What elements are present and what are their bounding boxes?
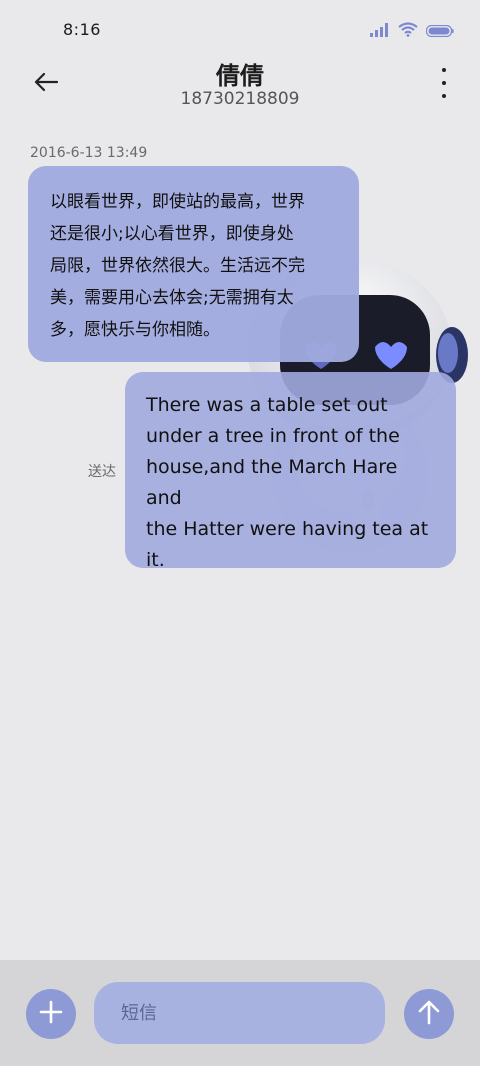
incoming-message-bubble[interactable]: 以眼看世界，即使站的最高，世界 还是很小;以心看世界，即使身处 局限，世界依然很… <box>28 166 359 362</box>
send-button[interactable] <box>404 989 454 1039</box>
sms-input[interactable] <box>94 982 385 1044</box>
outgoing-message-bubble[interactable]: There was a table set out under a tree i… <box>125 372 456 571</box>
more-vertical-icon-dot <box>442 94 446 98</box>
contact-number: 18730218809 <box>180 89 300 109</box>
more-vertical-icon-dot <box>442 81 446 85</box>
add-attachment-button[interactable] <box>26 989 76 1039</box>
more-options-button[interactable] <box>438 68 450 98</box>
message-line: house,and the March Hare and <box>146 456 398 509</box>
status-time: 8:16 <box>63 20 101 39</box>
conversation-header: 倩倩 18730218809 <box>0 56 480 120</box>
message-line: under a tree in front of the <box>146 425 400 447</box>
message-line: 还是很小;以心看世界，即使身处 <box>50 224 294 244</box>
message-line: 局限，世界依然很大。生活远不完 <box>50 256 305 276</box>
message-line: 美，需要用心去体会;无需拥有太 <box>50 288 294 308</box>
plus-icon <box>39 1000 63 1028</box>
message-timestamp: 2016-6-13 13:49 <box>30 145 148 161</box>
message-line: There was a table set out <box>146 394 388 416</box>
contact-name: 倩倩 <box>216 62 264 90</box>
message-line: it. <box>146 549 165 571</box>
signal-icon <box>370 22 390 41</box>
status-icons <box>370 22 454 41</box>
more-vertical-icon-dot <box>442 68 446 72</box>
delivery-status: 送达 <box>88 464 116 480</box>
status-bar: 8:16 <box>0 0 480 56</box>
message-line: 多，愿快乐与你相随。 <box>50 320 220 340</box>
battery-icon <box>425 22 454 41</box>
composer-bar <box>0 960 480 1066</box>
message-line: 以眼看世界，即使站的最高，世界 <box>50 192 305 212</box>
send-arrow-icon <box>417 999 441 1029</box>
wifi-icon <box>398 22 418 41</box>
message-line: the Hatter were having tea at <box>146 518 429 540</box>
